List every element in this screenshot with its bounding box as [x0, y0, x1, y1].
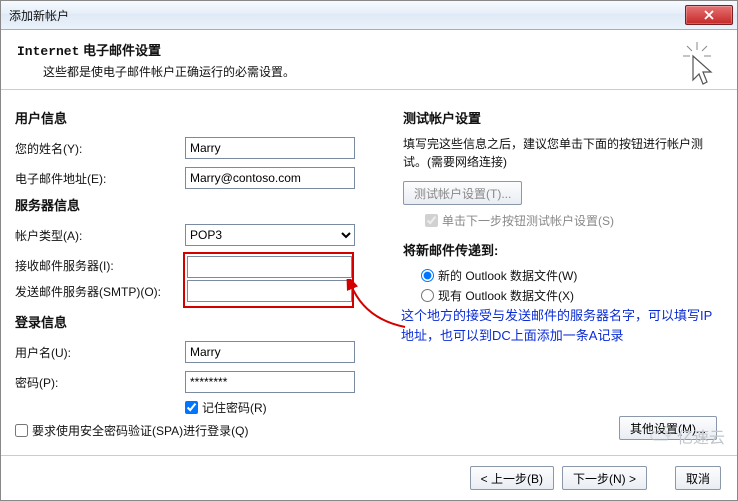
section-test-account: 测试帐户设置 [403, 108, 723, 127]
window-title: 添加新帐户 [9, 7, 685, 24]
name-label: 您的姓名(Y): [15, 140, 185, 157]
name-input[interactable] [185, 137, 355, 159]
account-type-select[interactable]: POP3 [185, 224, 355, 246]
back-button[interactable]: < 上一步(B) [470, 466, 554, 490]
cursor-icon [679, 42, 715, 86]
deliver-exist-label: 现有 Outlook 数据文件(X) [438, 287, 574, 304]
section-deliver: 将新邮件传递到: [403, 240, 723, 259]
incoming-server-label: 接收邮件服务器(I): [15, 252, 185, 278]
header-description: 这些都是使电子邮件帐户正确运行的必需设置。 [43, 63, 721, 80]
deliver-new-radio[interactable] [421, 269, 434, 282]
server-highlight-box [183, 252, 354, 308]
next-button[interactable]: 下一步(N) > [562, 466, 647, 490]
username-label: 用户名(U): [15, 344, 185, 361]
annotation-text: 这个地方的接受与发送邮件的服务器名字，可以填写IP地址，也可以到DC上面添加一条… [401, 306, 721, 345]
spa-checkbox[interactable] [15, 424, 28, 437]
header-title: Internet 电子邮件设置 [17, 40, 721, 59]
close-button[interactable] [685, 5, 733, 25]
outgoing-server-input[interactable] [187, 280, 352, 302]
section-server-info: 服务器信息 [15, 195, 385, 214]
password-label: 密码(P): [15, 374, 185, 391]
remember-password-label: 记住密码(R) [202, 399, 267, 416]
auto-test-label: 单击下一步按钮测试帐户设置(S) [442, 212, 614, 229]
close-icon [703, 10, 715, 20]
test-account-button[interactable]: 测试帐户设置(T)... [403, 181, 522, 205]
account-type-label: 帐户类型(A): [15, 227, 185, 244]
section-login-info: 登录信息 [15, 312, 385, 331]
remember-password-checkbox[interactable] [185, 401, 198, 414]
outgoing-server-label: 发送邮件服务器(SMTP)(O): [15, 278, 185, 304]
email-label: 电子邮件地址(E): [15, 170, 185, 187]
auto-test-checkbox[interactable] [425, 214, 438, 227]
spa-label: 要求使用安全密码验证(SPA)进行登录(Q) [32, 422, 248, 439]
email-input[interactable] [185, 167, 355, 189]
title-bar: 添加新帐户 [1, 1, 737, 30]
dialog-header: Internet 电子邮件设置 这些都是使电子邮件帐户正确运行的必需设置。 [1, 30, 737, 90]
deliver-new-label: 新的 Outlook 数据文件(W) [438, 267, 577, 284]
dialog-footer: < 上一步(B) 下一步(N) > 取消 [1, 455, 737, 500]
watermark-icon [649, 428, 673, 444]
section-user-info: 用户信息 [15, 108, 385, 127]
username-input[interactable] [185, 341, 355, 363]
deliver-exist-radio[interactable] [421, 289, 434, 302]
incoming-server-input[interactable] [187, 256, 352, 278]
test-description: 填写完这些信息之后，建议您单击下面的按钮进行帐户测试。(需要网络连接) [403, 135, 723, 171]
password-input[interactable] [185, 371, 355, 393]
watermark: 亿速云 [649, 424, 725, 448]
cancel-button[interactable]: 取消 [675, 466, 721, 490]
